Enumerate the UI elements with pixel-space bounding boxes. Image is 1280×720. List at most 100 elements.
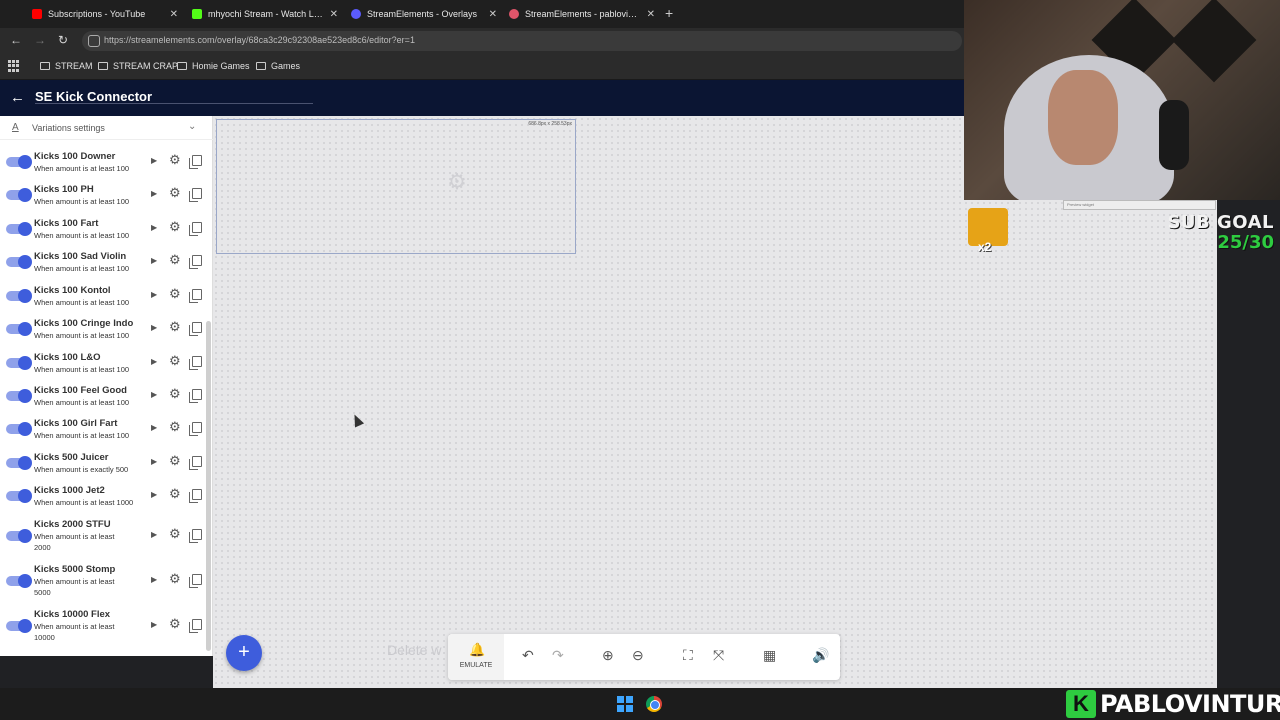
redo-icon[interactable]: ↷ [552, 647, 564, 664]
undo-icon[interactable]: ↶ [522, 647, 534, 664]
new-tab-plus-icon[interactable]: + [665, 5, 673, 21]
bookmark-games[interactable]: Games [256, 61, 300, 71]
gear-icon[interactable]: ⚙ [169, 486, 181, 502]
close-icon[interactable]: ✕ [330, 9, 338, 20]
apps-grid-icon[interactable] [8, 60, 20, 72]
enable-toggle[interactable] [6, 456, 32, 470]
play-icon[interactable]: ▶ [151, 223, 157, 232]
copy-icon[interactable] [189, 356, 202, 370]
copy-icon[interactable] [189, 289, 202, 303]
enable-toggle[interactable] [6, 529, 32, 543]
grid-icon[interactable]: ▦ [763, 647, 776, 664]
play-icon[interactable]: ▶ [151, 620, 157, 629]
gear-icon[interactable]: ⚙ [169, 353, 181, 369]
add-widget-button[interactable]: + [226, 635, 262, 671]
chrome-icon[interactable] [646, 696, 662, 712]
copy-icon[interactable] [189, 489, 202, 503]
copy-icon[interactable] [189, 322, 202, 336]
bookmark-homie-games[interactable]: Homie Games [177, 61, 250, 71]
close-icon[interactable]: ✕ [647, 9, 655, 20]
tab-streamelements-overlays[interactable]: StreamElements - Overlays ✕ [351, 4, 497, 24]
tab-label: mhyochi Stream - Watch Live o [208, 9, 324, 19]
gear-icon[interactable]: ⚙ [169, 252, 181, 268]
enable-toggle[interactable] [6, 222, 32, 236]
play-icon[interactable]: ▶ [151, 390, 157, 399]
copy-icon[interactable] [189, 574, 202, 588]
forward-arrow-icon[interactable]: → [34, 33, 46, 47]
gear-icon[interactable]: ⚙ [169, 319, 181, 335]
gear-icon[interactable]: ⚙ [169, 386, 181, 402]
copy-icon[interactable] [189, 422, 202, 436]
enable-toggle[interactable] [6, 422, 32, 436]
zoom-in-icon[interactable]: ⊕ [602, 647, 614, 664]
variation-title: Kicks 100 L&O [34, 352, 101, 363]
gear-icon[interactable]: ⚙ [169, 616, 181, 632]
volume-icon[interactable]: 🔊 [812, 647, 829, 664]
gear-icon[interactable]: ⚙ [169, 152, 181, 168]
url-input[interactable]: https://streamelements.com/overlay/68ca3… [82, 31, 962, 51]
gear-icon[interactable]: ⚙ [169, 219, 181, 235]
sidebar-scrollbar[interactable] [206, 321, 211, 651]
play-icon[interactable]: ▶ [151, 290, 157, 299]
enable-toggle[interactable] [6, 356, 32, 370]
gear-icon[interactable]: ⚙ [169, 185, 181, 201]
tab-kick[interactable]: mhyochi Stream - Watch Live o ✕ [192, 4, 338, 24]
copy-icon[interactable] [189, 188, 202, 202]
bookmark-stream[interactable]: STREAM [40, 61, 93, 71]
play-icon[interactable]: ▶ [151, 357, 157, 366]
enable-toggle[interactable] [6, 574, 32, 588]
zoom-out-icon[interactable]: ⊖ [632, 647, 644, 664]
tab-youtube[interactable]: Subscriptions - YouTube ✕ [32, 4, 178, 24]
canvas-toolbar: 🔔 EMULATE ↶ ↷ ⊕ ⊖ ⛶ ⤧ ▦ 🔊 [448, 634, 840, 680]
windows-start-icon[interactable] [617, 696, 633, 712]
enable-toggle[interactable] [6, 389, 32, 403]
play-icon[interactable]: ▶ [151, 530, 157, 539]
play-icon[interactable]: ▶ [151, 575, 157, 584]
gear-icon[interactable]: ⚙ [169, 526, 181, 542]
play-icon[interactable]: ▶ [151, 256, 157, 265]
fit-screen-icon[interactable]: ⤧ [713, 647, 724, 664]
back-arrow-icon[interactable]: ← [10, 33, 22, 47]
site-info-icon[interactable] [88, 35, 100, 47]
emulate-button[interactable]: 🔔 EMULATE [448, 634, 504, 680]
enable-toggle[interactable] [6, 188, 32, 202]
gear-icon[interactable]: ⚙ [169, 453, 181, 469]
copy-icon[interactable] [189, 389, 202, 403]
copy-icon[interactable] [189, 529, 202, 543]
copy-icon[interactable] [189, 222, 202, 236]
enable-toggle[interactable] [6, 289, 32, 303]
play-icon[interactable]: ▶ [151, 457, 157, 466]
enable-toggle[interactable] [6, 155, 32, 169]
enable-toggle[interactable] [6, 255, 32, 269]
back-arrow-icon[interactable]: ← [10, 89, 25, 106]
enable-toggle[interactable] [6, 489, 32, 503]
title-underline [35, 103, 313, 104]
close-icon[interactable]: ✕ [170, 9, 178, 20]
play-icon[interactable]: ▶ [151, 490, 157, 499]
play-icon[interactable]: ▶ [151, 323, 157, 332]
preview-widget-badge: Preview widget [1063, 200, 1216, 210]
close-icon[interactable]: ✕ [489, 9, 497, 20]
chevron-down-icon[interactable]: ⌄ [188, 121, 196, 132]
selected-widget[interactable]: 686.8px x 258.53px ⚙ [216, 119, 576, 254]
variation-condition: When amount is at least 10000 [34, 622, 115, 642]
gear-icon[interactable]: ⚙ [169, 419, 181, 435]
play-icon[interactable]: ▶ [151, 189, 157, 198]
enable-toggle[interactable] [6, 619, 32, 633]
copy-icon[interactable] [189, 619, 202, 633]
tab-streamelements-profile[interactable]: StreamElements - pablovintura ✕ [509, 4, 655, 24]
play-icon[interactable]: ▶ [151, 156, 157, 165]
bookmark-stream-crap[interactable]: STREAM CRAP [98, 61, 178, 71]
gear-icon[interactable]: ⚙ [169, 286, 181, 302]
reload-icon[interactable]: ↻ [58, 33, 68, 47]
variations-settings-header[interactable]: A Variations settings ⌄ [0, 116, 213, 140]
emote-multiplier: x2 [978, 240, 992, 254]
copy-icon[interactable] [189, 255, 202, 269]
fullscreen-icon[interactable]: ⛶ [683, 647, 693, 664]
play-icon[interactable]: ▶ [151, 423, 157, 432]
copy-icon[interactable] [189, 456, 202, 470]
gear-icon[interactable]: ⚙ [169, 571, 181, 587]
variation-title: Kicks 100 Feel Good [34, 385, 127, 396]
enable-toggle[interactable] [6, 322, 32, 336]
copy-icon[interactable] [189, 155, 202, 169]
